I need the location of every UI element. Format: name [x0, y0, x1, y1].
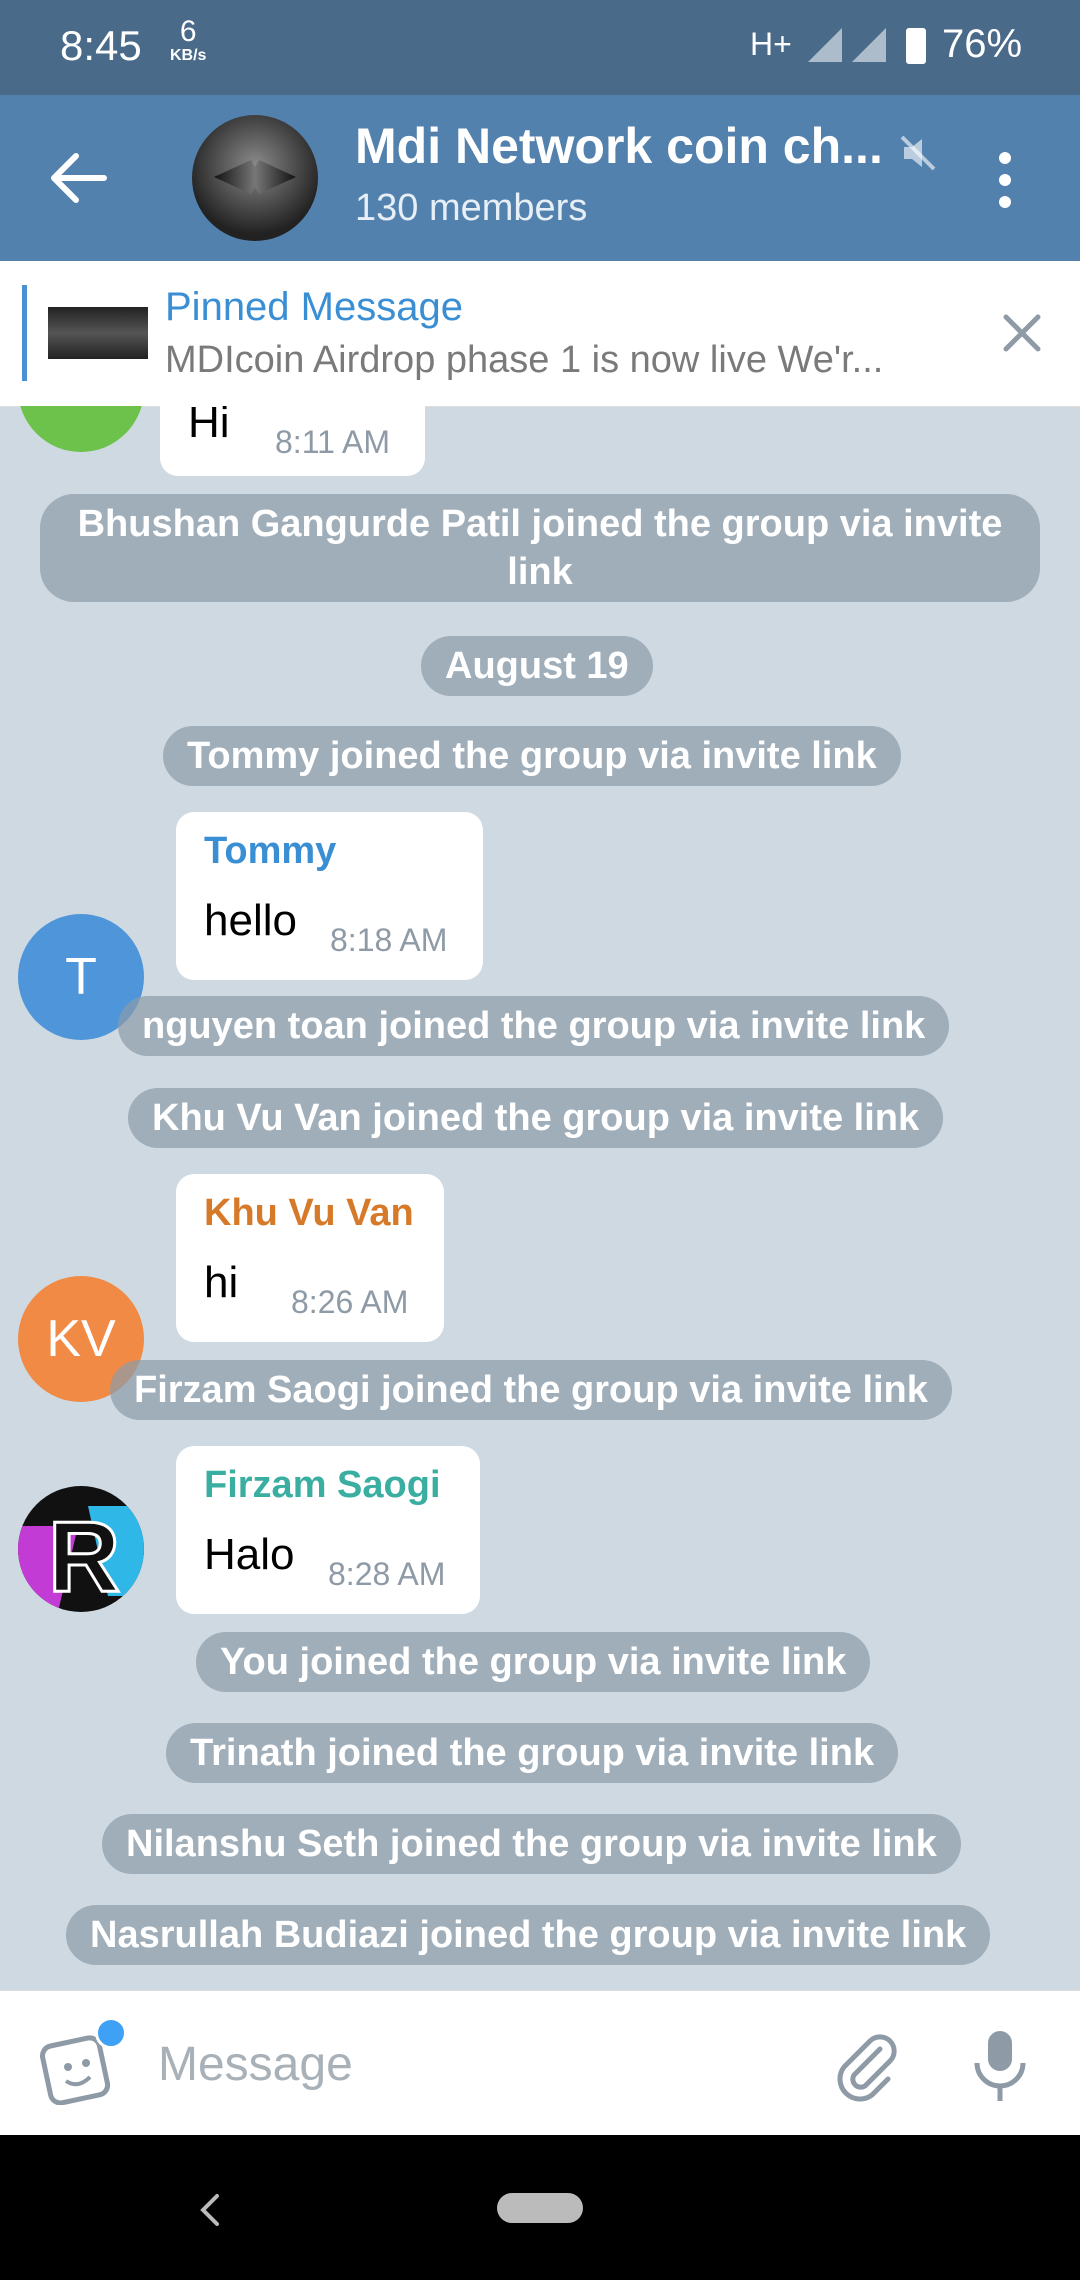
muted-icon	[900, 135, 936, 171]
pinned-accent-bar	[22, 285, 27, 381]
message-text: hello	[204, 896, 297, 945]
message-text: Hi	[188, 406, 230, 447]
system-nav-bar	[0, 2135, 1080, 2280]
message-time: 8:18 AM	[330, 922, 448, 958]
pinned-title: Pinned Message	[165, 285, 463, 329]
message-text: hi	[204, 1258, 239, 1307]
date-badge: August 19	[421, 636, 653, 696]
message-time: 8:28 AM	[328, 1556, 446, 1592]
message-list[interactable]: Hi 8:11 AM Bhushan Gangurde Patil joined…	[0, 406, 1080, 1990]
pinned-message-bar[interactable]: Pinned Message MDIcoin Airdrop phase 1 i…	[0, 261, 1080, 407]
service-message: Trinath joined the group via invite link	[166, 1723, 899, 1783]
nav-home-pill[interactable]	[497, 2193, 583, 2223]
status-time: 8:45	[60, 22, 142, 69]
pinned-thumbnail	[48, 307, 148, 359]
service-message: Bhushan Gangurde Patil joined the group …	[40, 494, 1040, 602]
speed-unit: KB/s	[170, 47, 207, 64]
notification-dot	[95, 2017, 127, 2049]
close-icon[interactable]	[1000, 311, 1044, 355]
network-speed: 6 KB/s	[170, 17, 207, 68]
service-message: nguyen toan joined the group via invite …	[118, 996, 950, 1056]
chat-header: Mdi Network coin ch... 130 members	[0, 95, 1080, 261]
status-bar: 8:45 6 KB/s H+ 76%	[0, 0, 1080, 95]
sender-name[interactable]: Tommy	[204, 830, 336, 873]
message-bubble[interactable]: Firzam Saogi Halo 8:28 AM	[176, 1446, 480, 1614]
service-message: Firzam Saogi joined the group via invite…	[110, 1360, 952, 1420]
avatar[interactable]: R	[18, 1486, 144, 1612]
network-type: H+	[750, 26, 792, 62]
signal-icon-2	[852, 28, 886, 62]
battery-percent: 76%	[942, 22, 1023, 66]
message-bubble[interactable]: Khu Vu Van hi 8:26 AM	[176, 1174, 444, 1342]
service-message: You joined the group via invite link	[196, 1632, 871, 1692]
more-menu-icon[interactable]	[990, 150, 1020, 210]
service-message: Tommy joined the group via invite link	[163, 726, 901, 786]
nav-back-icon[interactable]	[195, 2190, 225, 2230]
service-message: Nasrullah Budiazi joined the group via i…	[66, 1905, 991, 1965]
message-bubble[interactable]: Hi 8:11 AM	[160, 406, 425, 476]
service-message: Nilanshu Seth joined the group via invit…	[102, 1814, 961, 1874]
member-count: 130 members	[355, 187, 588, 229]
group-avatar[interactable]	[192, 115, 318, 241]
message-bubble[interactable]: Tommy hello 8:18 AM	[176, 812, 483, 980]
sender-name[interactable]: Firzam Saogi	[204, 1464, 441, 1507]
group-title[interactable]: Mdi Network coin ch...	[355, 117, 900, 175]
group-logo	[214, 160, 296, 194]
pinned-text: MDIcoin Airdrop phase 1 is now live We'r…	[165, 339, 884, 381]
back-arrow-icon[interactable]	[48, 150, 108, 206]
service-message: Khu Vu Van joined the group via invite l…	[128, 1088, 944, 1148]
avatar-logo-icon: R	[18, 1500, 144, 1612]
attach-icon[interactable]	[828, 2029, 902, 2103]
microphone-icon[interactable]	[965, 2027, 1035, 2105]
message-composer: Message	[0, 1990, 1080, 2136]
sender-name[interactable]: Khu Vu Van	[204, 1192, 414, 1235]
message-time: 8:11 AM	[275, 424, 391, 460]
message-time: 8:26 AM	[291, 1284, 409, 1320]
signal-icon	[808, 28, 842, 62]
svg-text:R: R	[48, 1501, 120, 1612]
avatar[interactable]	[18, 406, 144, 452]
message-text: Halo	[204, 1530, 295, 1579]
message-input[interactable]: Message	[158, 2037, 353, 2092]
battery-icon	[906, 28, 926, 64]
